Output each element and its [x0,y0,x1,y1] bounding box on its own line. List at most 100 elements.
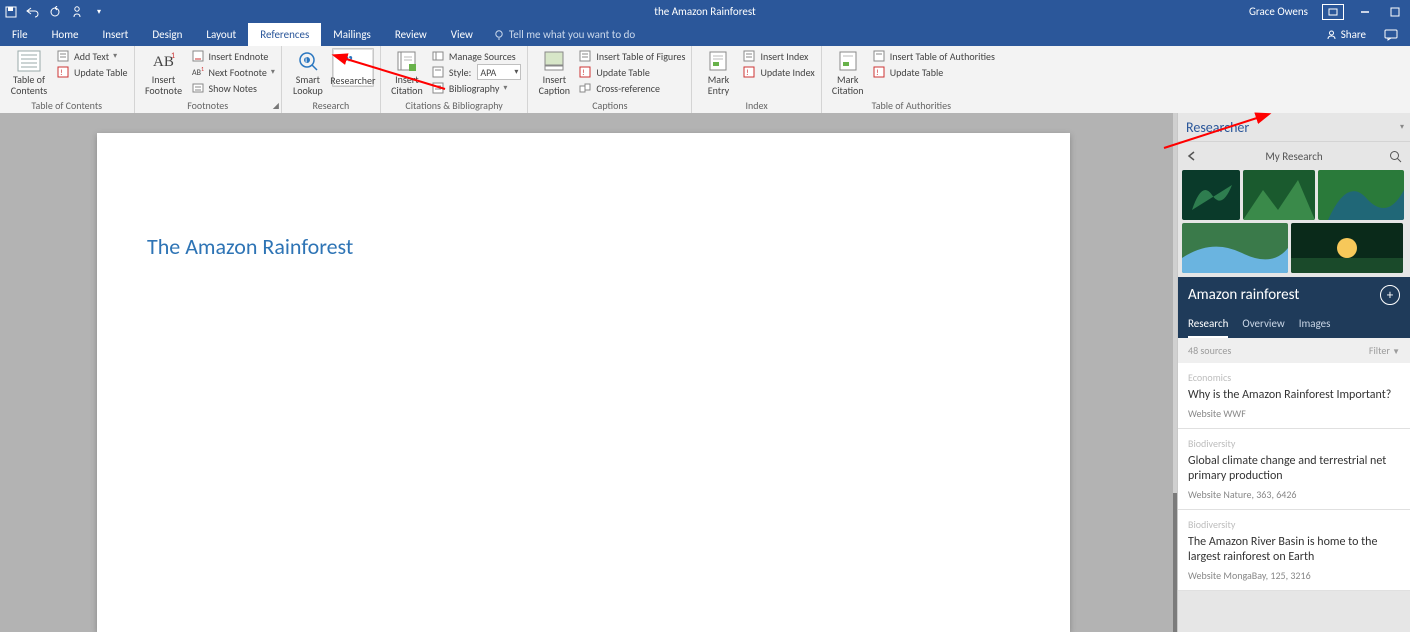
source-meta: Website Nature, 363, 6426 [1188,488,1400,501]
source-item[interactable]: Economics Why is the Amazon Rainforest I… [1178,363,1410,429]
ribbon-display-options-icon[interactable] [1322,4,1344,20]
update-table-button[interactable]: ! Update Table [56,64,128,80]
back-button[interactable] [1184,147,1202,165]
insert-endnote-button[interactable]: Insert Endnote [191,48,275,64]
update-icon: ! [578,65,592,79]
topic-tab-research[interactable]: Research [1188,317,1228,338]
captions-update-table-button[interactable]: ! Update Table [578,64,685,80]
researcher-pane: Researcher ▾ My Research Amazon rainfore… [1177,113,1410,632]
next-footnote-button[interactable]: AB1 Next Footnote ▾ [191,64,275,80]
source-item[interactable]: Biodiversity Global climate change and t… [1178,429,1410,510]
citation-style-select[interactable]: Style: APA ▾ [431,64,521,80]
tab-review[interactable]: Review [383,23,439,46]
chevron-down-icon: ▾ [113,51,117,61]
pane-breadcrumb[interactable]: My Research [1208,150,1380,163]
share-button[interactable]: Share [1320,28,1372,41]
thumbnail-image[interactable] [1182,170,1240,220]
tab-references[interactable]: References [248,23,321,46]
add-text-button[interactable]: Add Text ▾ [56,48,128,64]
bibliography-button[interactable]: Bibliography ▾ [431,80,521,96]
chevron-down-icon: ▾ [514,67,518,77]
smart-lookup-button[interactable]: i Smart Lookup [288,48,328,96]
minimize-button[interactable] [1350,0,1380,23]
update-index-button[interactable]: ! Update Index [742,64,814,80]
group-table-of-contents: Table of Contents Add Text ▾ ! Update Ta… [0,46,135,113]
thumbnail-image[interactable] [1243,170,1315,220]
group-footnotes: AB1 Insert Footnote Insert Endnote AB1 N… [135,46,282,113]
user-name[interactable]: Grace Owens [1241,5,1316,18]
style-dropdown[interactable]: APA ▾ [477,64,521,80]
topic-card: Amazon rainforest + Research Overview Im… [1178,277,1410,338]
cross-ref-label: Cross-reference [596,82,660,95]
comments-icon [1384,29,1398,41]
document-page[interactable]: The Amazon Rainforest [97,133,1070,632]
group-label: Citations & Bibliography [387,97,521,113]
source-meta: Website WWF [1188,407,1400,420]
cross-reference-button[interactable]: Cross-reference [578,80,685,96]
source-item[interactable]: Biodiversity The Amazon River Basin is h… [1178,510,1410,591]
style-label: Style: [449,66,471,79]
show-notes-button[interactable]: Show Notes [191,80,275,96]
pane-title-bar: Researcher ▾ [1178,113,1410,142]
next-footnote-label: Next Footnote [209,66,267,79]
document-heading[interactable]: The Amazon Rainforest [147,233,353,260]
pane-menu-icon[interactable]: ▾ [1400,122,1404,132]
insert-toa-button[interactable]: Insert Table of Authorities [872,48,995,64]
document-title: the Amazon Rainforest [0,5,1410,18]
insert-footnote-button[interactable]: AB1 Insert Footnote [141,48,187,96]
touch-mode-icon[interactable] [66,0,88,23]
endnote-icon [191,49,205,63]
save-icon[interactable] [0,0,22,23]
pane-toolbar: My Research [1178,142,1410,170]
insert-table-of-figures-button[interactable]: Insert Table of Figures [578,48,685,64]
insert-caption-button[interactable]: Insert Caption [534,48,574,96]
mark-citation-label: Mark Citation [832,74,864,96]
tab-design[interactable]: Design [140,23,194,46]
group-label: Research [288,97,374,113]
researcher-button[interactable]: ” Researcher [332,48,374,87]
footnotes-dialog-launcher[interactable]: ◢ [273,101,279,111]
group-toa: Mark Citation Insert Table of Authoritie… [822,46,1001,113]
svg-text:!: ! [746,68,749,78]
mark-citation-icon [834,50,862,72]
toc-icon [15,50,43,72]
comments-button[interactable] [1378,29,1404,41]
mark-citation-button[interactable]: Mark Citation [828,48,868,96]
manage-sources-button[interactable]: Manage Sources [431,48,521,64]
svg-text:!: ! [60,68,63,78]
add-topic-button[interactable]: + [1380,285,1400,305]
filter-button[interactable]: Filter ▼ [1369,344,1400,357]
mark-entry-button[interactable]: Mark Entry [698,48,738,96]
tab-insert[interactable]: Insert [91,23,141,46]
style-value: APA [480,66,514,79]
update-index-icon: ! [742,65,756,79]
group-label: Captions [534,97,685,113]
mark-entry-label: Mark Entry [708,74,729,96]
update-toa-button[interactable]: ! Update Table [872,64,995,80]
undo-icon[interactable] [22,0,44,23]
group-research: i Smart Lookup ” Researcher Research [282,46,381,113]
table-of-contents-button[interactable]: Table of Contents [6,48,52,96]
tab-file[interactable]: File [0,23,40,46]
topic-tab-images[interactable]: Images [1299,317,1331,338]
tell-me-search[interactable]: Tell me what you want to do [485,23,643,46]
thumbnail-image[interactable] [1182,223,1288,273]
title-bar-right: Grace Owens [1241,0,1410,23]
insert-citation-button[interactable]: Insert Citation [387,48,427,96]
thumbnail-image[interactable] [1318,170,1404,220]
redo-icon[interactable] [44,0,66,23]
svg-text:1: 1 [201,66,204,73]
insert-index-button[interactable]: Insert Index [742,48,814,64]
maximize-button[interactable] [1380,0,1410,23]
thumbnail-image[interactable] [1291,223,1403,273]
qat-customize-icon[interactable]: ▾ [88,0,110,23]
tab-mailings[interactable]: Mailings [321,23,383,46]
pane-search-button[interactable] [1386,147,1404,165]
figures-icon [578,49,592,63]
tab-view[interactable]: View [439,23,485,46]
topic-tab-overview[interactable]: Overview [1242,317,1284,338]
group-label: Footnotes [141,97,275,113]
tab-layout[interactable]: Layout [194,23,248,46]
toc-label: Table of Contents [11,74,47,96]
tab-home[interactable]: Home [40,23,91,46]
